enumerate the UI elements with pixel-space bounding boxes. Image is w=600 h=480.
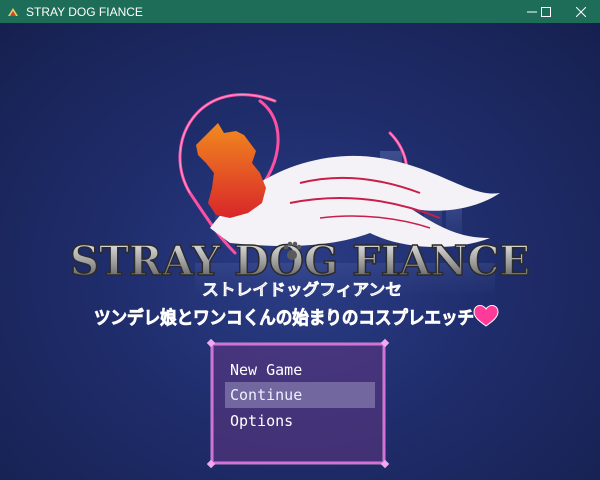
logo-katakana-text: ストレイドッグフィアンセ — [202, 280, 402, 299]
fox-art — [196, 123, 266, 218]
close-icon — [576, 6, 586, 17]
new-game-button[interactable]: New Game — [225, 357, 375, 383]
game-screen[interactable]: STRAY DOG FIANCE ストレイドッグフィアンセ ツンデレ娘とワンコく… — [0, 23, 600, 480]
title-logo: STRAY DOG FIANCE ストレイドッグフィアンセ ツンデレ娘とワンコく… — [69, 93, 531, 329]
window-title: STRAY DOG FIANCE — [26, 4, 143, 19]
maximize-icon — [541, 6, 551, 17]
close-button[interactable] — [562, 0, 600, 23]
game-window: STRAY DOG FIANCE STRAY DOG FIANCE ストレイドッ… — [0, 0, 600, 480]
logo-subtitle-text: ツンデレ娘とワンコくんの始まりのコスプレエッチ — [94, 307, 474, 329]
maximize-button[interactable] — [531, 0, 561, 23]
options-button[interactable]: Options — [225, 408, 375, 434]
menu-corner-ornament — [206, 459, 216, 469]
title-command-menu: New Game Continue Options — [206, 338, 390, 469]
app-icon — [6, 5, 20, 19]
logo-title-text: STRAY DOG FIANCE — [70, 237, 530, 285]
title-bar[interactable]: STRAY DOG FIANCE — [0, 0, 600, 23]
continue-button[interactable]: Continue — [225, 382, 375, 408]
menu-corner-ornament — [380, 459, 390, 469]
heart-icon — [473, 304, 499, 327]
